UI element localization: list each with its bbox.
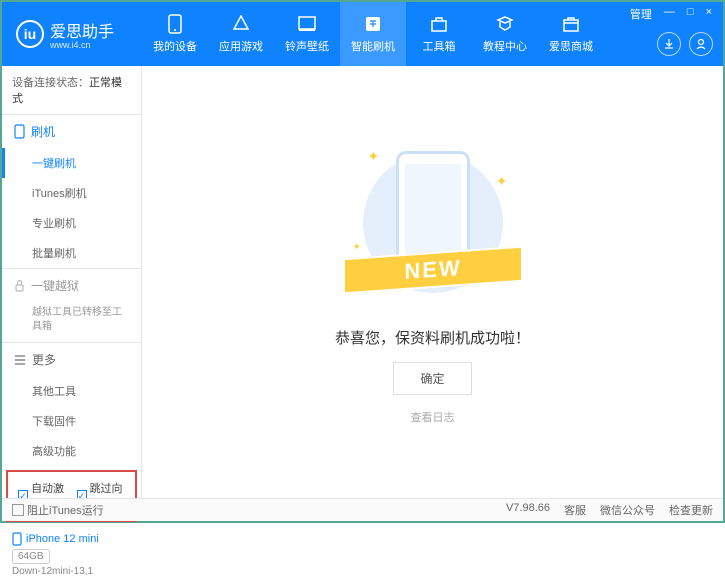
nav-apps[interactable]: 应用游戏	[208, 2, 274, 66]
user-button[interactable]	[689, 32, 713, 56]
main-content: ✦ ✦ ✦ NEW 恭喜您，保资料刷机成功啦！ 确定 查看日志	[142, 66, 723, 502]
apps-icon	[231, 14, 251, 34]
success-illustration: ✦ ✦ ✦ NEW	[353, 143, 513, 313]
checkbox-unchecked-icon	[12, 504, 24, 516]
logo-area: iu 爱思助手 www.i4.cn	[2, 18, 142, 50]
phone-icon	[14, 124, 25, 139]
app-header: iu 爱思助手 www.i4.cn 我的设备 应用游戏 铃声壁纸 智能刷机 工具…	[2, 2, 723, 66]
nav-tabs: 我的设备 应用游戏 铃声壁纸 智能刷机 工具箱 教程中心 爱思商城	[142, 2, 604, 66]
device-model: Down-12mini-13,1	[12, 566, 131, 577]
footer: 阻止iTunes运行 V7.98.66 客服 微信公众号 检查更新	[2, 498, 723, 521]
connection-status: 设备连接状态：正常模式	[2, 66, 141, 114]
update-link[interactable]: 检查更新	[669, 502, 713, 518]
sidebar-item-advanced[interactable]: 高级功能	[2, 436, 141, 466]
maximize-button[interactable]: □	[684, 6, 697, 22]
nav-tutorials[interactable]: 教程中心	[472, 2, 538, 66]
sidebar: 设备连接状态：正常模式 刷机 一键刷机 iTunes刷机 专业刷机 批量刷机 一…	[2, 66, 142, 502]
close-button[interactable]: ×	[703, 6, 715, 22]
window-controls: 管理 — □ ×	[627, 6, 715, 22]
phone-icon	[165, 14, 185, 34]
sidebar-item-oneclick[interactable]: 一键刷机	[2, 148, 141, 178]
support-link[interactable]: 客服	[564, 502, 586, 518]
view-log-link[interactable]: 查看日志	[411, 409, 455, 425]
menu-icon	[14, 355, 26, 365]
nav-toolbox[interactable]: 工具箱	[406, 2, 472, 66]
wallpaper-icon	[297, 14, 317, 34]
sidebar-jailbreak-header[interactable]: 一键越狱	[2, 269, 141, 302]
lock-icon	[14, 279, 25, 292]
app-url: www.i4.cn	[50, 40, 114, 50]
nav-store[interactable]: 爱思商城	[538, 2, 604, 66]
minimize-button[interactable]: —	[661, 6, 678, 22]
nav-my-device[interactable]: 我的设备	[142, 2, 208, 66]
sidebar-item-download[interactable]: 下载固件	[2, 406, 141, 436]
nav-flash[interactable]: 智能刷机	[340, 2, 406, 66]
nav-ringtones[interactable]: 铃声壁纸	[274, 2, 340, 66]
store-icon	[561, 14, 581, 34]
sidebar-item-itunes[interactable]: iTunes刷机	[2, 178, 141, 208]
device-storage: 64GB	[12, 549, 50, 564]
app-name: 爱思助手	[50, 18, 114, 42]
logo-icon: iu	[16, 20, 44, 48]
success-message: 恭喜您，保资料刷机成功啦！	[335, 327, 530, 348]
flash-icon	[363, 14, 383, 34]
sidebar-item-other[interactable]: 其他工具	[2, 376, 141, 406]
version-label: V7.98.66	[506, 502, 550, 518]
wechat-link[interactable]: 微信公众号	[600, 502, 655, 518]
sidebar-flash-header[interactable]: 刷机	[2, 115, 141, 148]
toolbox-icon	[429, 14, 449, 34]
device-name[interactable]: iPhone 12 mini	[12, 532, 131, 546]
sidebar-more-header[interactable]: 更多	[2, 343, 141, 376]
menu-button[interactable]: 管理	[627, 6, 655, 22]
sidebar-item-batch[interactable]: 批量刷机	[2, 238, 141, 268]
jailbreak-note: 越狱工具已转移至工具箱	[2, 302, 141, 342]
confirm-button[interactable]: 确定	[393, 362, 471, 395]
device-info: iPhone 12 mini 64GB Down-12mini-13,1	[2, 526, 141, 583]
header-actions	[657, 32, 713, 56]
block-itunes-checkbox[interactable]: 阻止iTunes运行	[12, 502, 104, 518]
download-button[interactable]	[657, 32, 681, 56]
phone-icon	[12, 532, 22, 546]
tutorial-icon	[495, 14, 515, 34]
sidebar-item-pro[interactable]: 专业刷机	[2, 208, 141, 238]
